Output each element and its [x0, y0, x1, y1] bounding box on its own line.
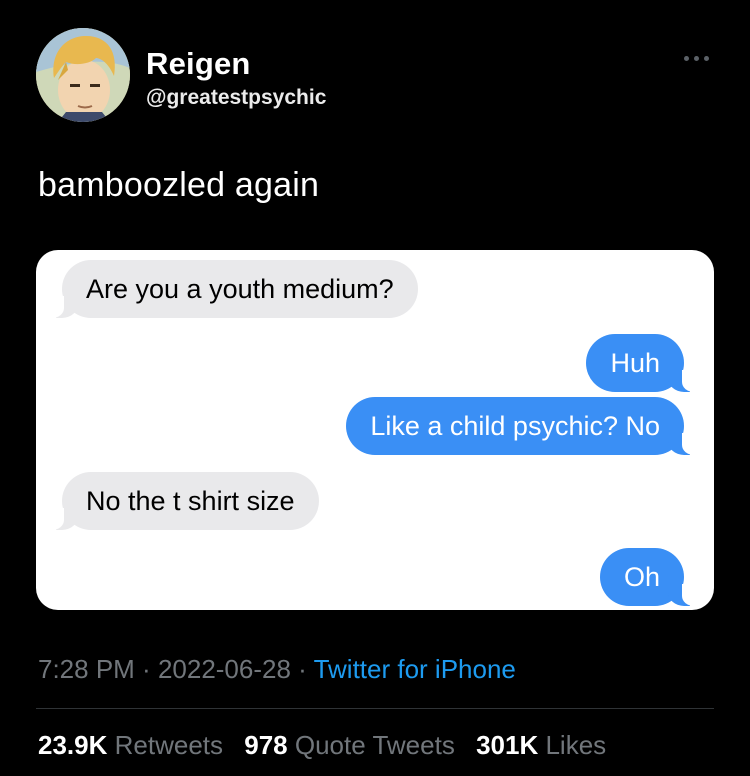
avatar-image: [36, 28, 130, 122]
retweets-label: Retweets: [114, 730, 224, 760]
message-bubble-incoming: No the t shirt size: [50, 472, 319, 530]
engagement-stats: 23.9K Retweets 978 Quote Tweets 301K Lik…: [38, 730, 620, 761]
tweet-metadata: 7:28 PM · 2022-06-28 · Twitter for iPhon…: [38, 654, 516, 685]
quote-tweets-label: Quote Tweets: [294, 730, 455, 760]
message-bubble-outgoing: Like a child psychic? No: [346, 397, 696, 455]
quote-tweets-stat[interactable]: 978 Quote Tweets: [244, 730, 455, 760]
likes-label: Likes: [545, 730, 607, 760]
more-dot: [693, 55, 699, 61]
meta-separator: ·: [290, 654, 314, 684]
user-handle[interactable]: @greatestpsychic: [146, 86, 326, 110]
divider: [36, 708, 714, 709]
retweets-stat[interactable]: 23.9K Retweets: [38, 730, 223, 760]
retweets-count: 23.9K: [38, 730, 108, 760]
tweet-text: bamboozled again: [38, 166, 320, 204]
message-bubble-outgoing: Huh: [586, 334, 696, 392]
tweet-source-link[interactable]: Twitter for iPhone: [314, 654, 516, 684]
likes-count: 301K: [476, 730, 539, 760]
display-name[interactable]: Reigen: [146, 46, 251, 82]
message-bubble-outgoing: Oh: [599, 548, 697, 606]
avatar[interactable]: [36, 28, 130, 122]
more-options-icon[interactable]: [676, 48, 716, 68]
message-bubble-incoming: Are you a youth medium?: [50, 260, 418, 318]
likes-stat[interactable]: 301K Likes: [476, 730, 606, 760]
more-dot: [703, 55, 709, 61]
meta-separator: ·: [134, 654, 158, 684]
more-dot: [683, 55, 689, 61]
tweet-time[interactable]: 7:28 PM: [38, 654, 135, 684]
quote-tweets-count: 978: [244, 730, 288, 760]
tweet-date[interactable]: 2022-06-28: [158, 654, 291, 684]
tweet: Reigen @greatestpsychic bamboozled again…: [0, 0, 750, 776]
tweet-media-image[interactable]: Are you a youth medium? Huh Like a child…: [36, 250, 714, 610]
